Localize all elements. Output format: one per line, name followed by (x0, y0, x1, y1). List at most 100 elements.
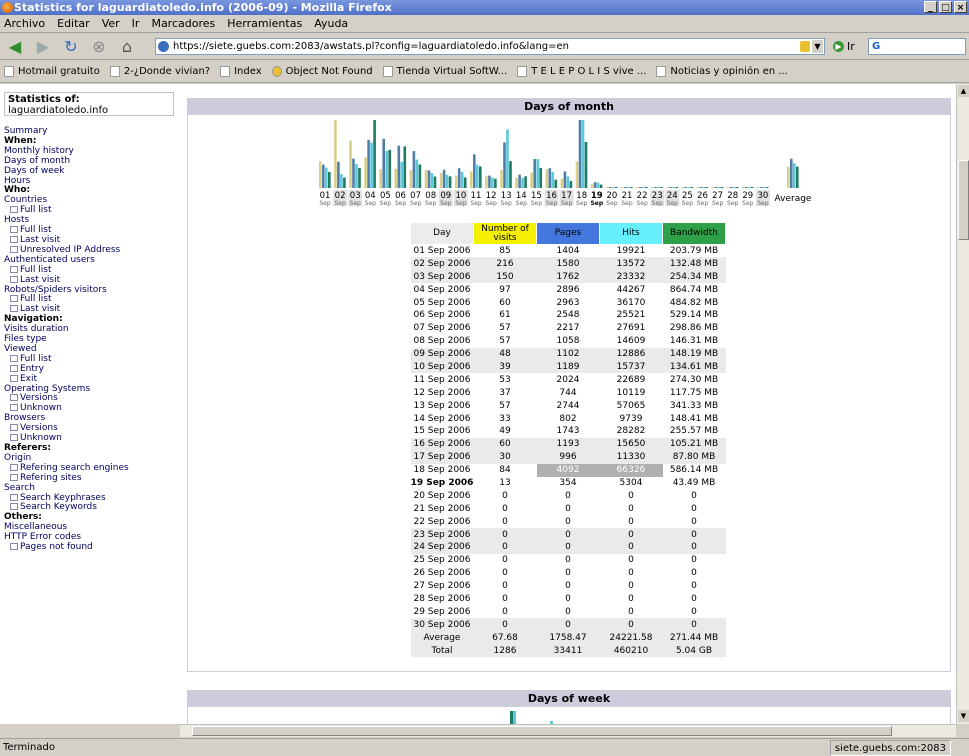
hits-cell: 0 (628, 568, 634, 579)
x-tick-sublabel: Sep (470, 200, 482, 207)
bookmark-item[interactable]: 2-¿Donde vivian? (109, 66, 210, 77)
scroll-down-icon[interactable]: ▼ (958, 710, 969, 722)
table-row: 28 Sep 2006 0 0 0 0 (411, 593, 726, 606)
vertical-scrollbar[interactable]: ▲ ▼ (956, 84, 969, 724)
x-tick-sublabel: Sep (697, 200, 709, 207)
sidebar-item-label: Hosts (4, 215, 30, 226)
chart-bar (325, 167, 328, 188)
menu-ayuda[interactable]: Ayuda (314, 17, 348, 30)
url-dropdown-icon[interactable]: ▼ (812, 40, 823, 53)
chart-bar (415, 159, 419, 188)
bookmark-item[interactable]: Index (220, 66, 262, 77)
reload-icon[interactable]: ↻ (60, 37, 82, 57)
hits-cell: 5304 (619, 477, 643, 488)
scroll-thumb[interactable] (958, 160, 969, 240)
day-cell: 03 Sep 2006 (410, 270, 474, 284)
visits-cell: 0 (502, 581, 508, 592)
scroll-up-icon[interactable]: ▲ (958, 85, 969, 97)
menu-ir[interactable]: Ir (132, 17, 140, 30)
close-window-button[interactable]: × (954, 1, 967, 13)
chart-bar (599, 184, 603, 188)
lock-icon[interactable] (800, 41, 810, 52)
x-tick-sublabel: Sep (621, 200, 633, 207)
chart-bar (506, 129, 509, 188)
menu-archivo[interactable]: Archivo (4, 17, 45, 30)
bookmark-item[interactable]: Hotmail gratuito (4, 66, 100, 77)
chart-bar (352, 158, 355, 188)
menu-marcadores[interactable]: Marcadores (151, 17, 215, 30)
chart-bar (611, 187, 615, 188)
bandwidth-cell: 0 (662, 528, 726, 541)
table-row: 13 Sep 2006 57 2744 57065 341.33 MB (411, 399, 726, 412)
bookmark-item[interactable]: Noticias y opinión en ... (656, 66, 788, 77)
visits-cell: 0 (502, 503, 508, 514)
forward-arrow-icon[interactable]: ▶ (32, 37, 54, 57)
hits-cell: 27691 (616, 323, 646, 334)
chart-bar (518, 174, 521, 188)
back-arrow-icon[interactable]: ◀ (4, 37, 26, 57)
bookmark-item[interactable]: Object Not Found (271, 66, 373, 77)
days-table: Day Number of visits Pages Hits Bandwidt… (410, 222, 726, 657)
sidebar-menu: Summary When: Monthly history Days of month… (4, 126, 129, 553)
popup-window-icon (10, 245, 18, 253)
chart-bar (337, 161, 340, 188)
search-input[interactable]: G (868, 38, 966, 55)
x-tick-sublabel: Sep (757, 200, 769, 207)
status-text: Terminado (3, 742, 55, 753)
bandwidth-cell: 0 (662, 618, 726, 632)
chart-bar (349, 140, 352, 188)
pages-cell: 1189 (536, 360, 600, 374)
sidebar-item-label: When: (4, 135, 37, 146)
sidebar-item[interactable]: Pages not found (4, 542, 129, 553)
maximize-button[interactable]: □ (939, 1, 952, 13)
day-cell: 10 Sep 2006 (410, 360, 474, 374)
sidebar-item-label: Full list (20, 294, 52, 305)
pages-cell: 2217 (556, 323, 580, 334)
chart-bar (705, 187, 709, 188)
visits-cell: 67.68 (473, 631, 537, 645)
go-icon: ▶ (833, 41, 844, 52)
sidebar-item-label: Full list (20, 264, 52, 275)
stop-icon[interactable]: ⊗ (88, 37, 110, 57)
chart-bar (473, 154, 476, 188)
x-tick-sublabel: Sep (576, 200, 588, 207)
go-button[interactable]: ▶ Ir (833, 40, 855, 53)
popup-window-icon (10, 305, 18, 313)
pages-cell: 1758.47 (536, 631, 600, 645)
bookmark-item[interactable]: Tienda Virtual SoftW... (382, 66, 507, 77)
scroll-thumb[interactable] (192, 726, 892, 736)
chart-bar (358, 167, 361, 188)
url-input[interactable]: https://siete.guebs.com:2083/awstats.pl?… (155, 38, 825, 55)
total-row: Total 1286 33411 460210 5.04 GB (410, 644, 726, 657)
visits-cell: 53 (499, 374, 511, 385)
home-icon[interactable]: ⌂ (116, 37, 138, 57)
pages-cell: 2024 (556, 374, 580, 385)
visits-cell: 61 (499, 310, 511, 321)
chart-bar (560, 178, 564, 188)
menu-editar[interactable]: Editar (57, 17, 90, 30)
menu-ver[interactable]: Ver (102, 17, 120, 30)
chart-bar (639, 187, 642, 188)
x-tick-sublabel: Sep (636, 200, 648, 207)
menu-herramientas[interactable]: Herramientas (227, 17, 302, 30)
hits-cell: 11330 (599, 450, 663, 464)
col-day-header: Day (410, 222, 474, 245)
x-tick-sublabel: Sep (531, 200, 543, 207)
bookmark-item[interactable]: T E L E P O L I S vive ... (517, 66, 646, 77)
pages-cell: 0 (565, 490, 571, 501)
average-bar (787, 166, 790, 188)
bandwidth-cell: 134.61 MB (662, 360, 726, 374)
popup-window-icon (10, 226, 18, 234)
pages-cell: 4092 (536, 463, 600, 477)
x-tick-sublabel: Sep (727, 200, 739, 207)
minimize-button[interactable]: _ (924, 1, 937, 13)
horizontal-scrollbar[interactable] (180, 724, 956, 737)
chart-bar (385, 150, 388, 188)
chart-bar (569, 181, 573, 188)
x-tick-sublabel: Sep (546, 200, 558, 207)
chart-bar (340, 174, 343, 188)
x-tick-sublabel: Sep (606, 200, 618, 207)
table-row: 19 Sep 2006 13 354 5304 43.49 MB (411, 477, 726, 490)
sidebar-item-label: Monthly history (4, 145, 74, 156)
hits-cell: 0 (599, 618, 663, 632)
